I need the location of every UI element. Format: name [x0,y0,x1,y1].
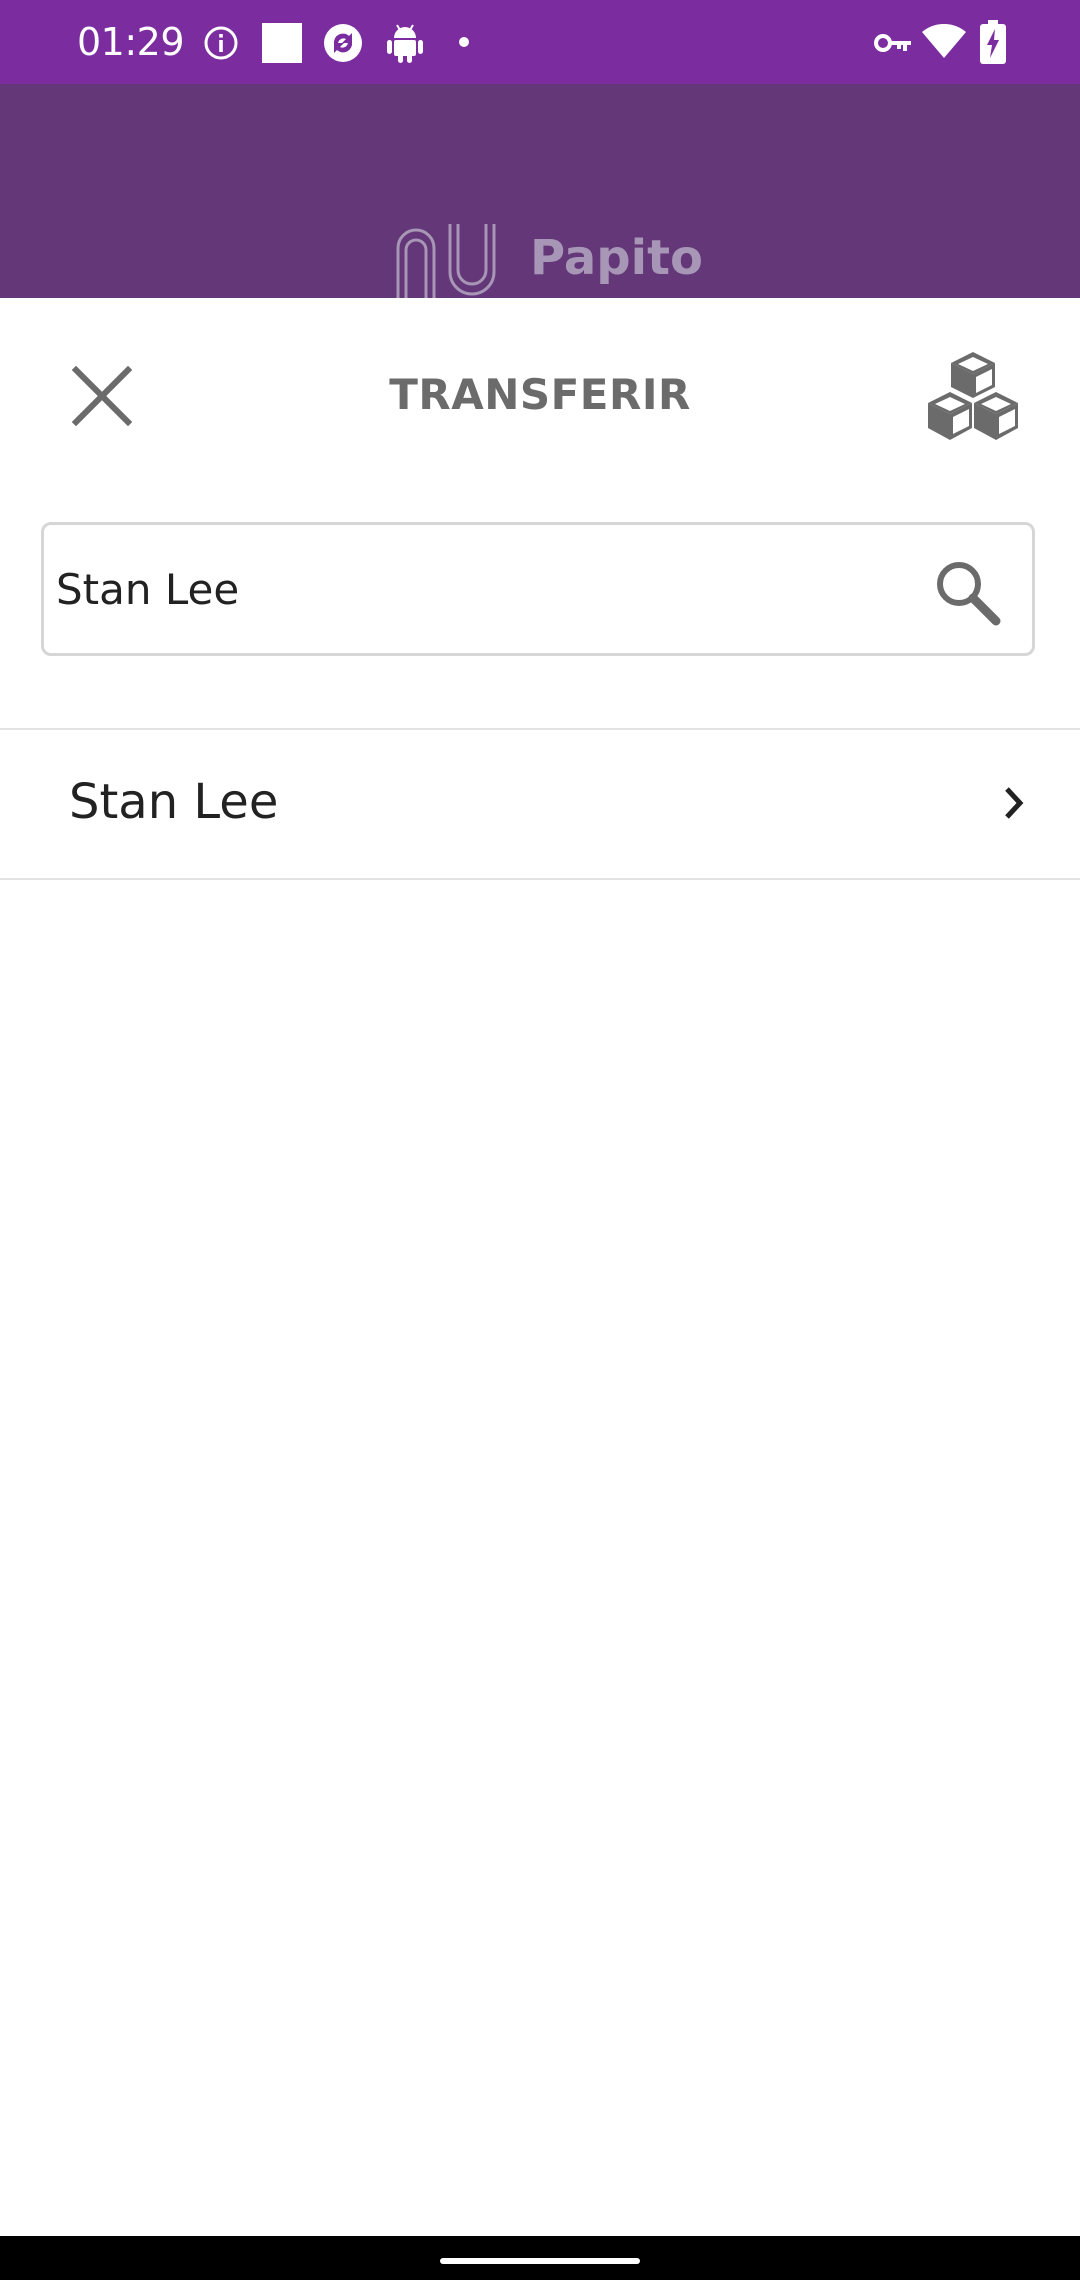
square-icon [262,23,302,63]
info-icon [204,26,238,60]
search-input[interactable] [56,525,916,653]
data-saver-icon [324,24,362,62]
battery-charging-icon [980,20,1006,64]
app-header: Papito [0,84,1080,298]
result-name: Stan Lee [69,774,279,830]
status-time: 01:29 [77,20,185,64]
brand-name: Papito [530,230,704,286]
nu-logo [396,224,496,298]
navigation-bar [0,2236,1080,2280]
cubes-icon [928,352,1018,440]
dot-icon [459,37,469,47]
android-icon [387,24,423,63]
vpn-key-icon [874,34,911,52]
chevron-right-icon [1005,787,1024,819]
result-row[interactable]: Stan Lee [0,730,1080,878]
wifi-icon [922,24,966,58]
cubes-button[interactable] [918,348,1028,444]
status-bar: 01:29 [0,0,1080,84]
search-icon[interactable] [932,557,1002,627]
transfer-sheet: TRANSFERIR Stan Lee Stan Lee [0,298,1080,2236]
home-handle[interactable] [440,2258,640,2264]
search-box [41,522,1035,656]
divider [0,878,1080,880]
